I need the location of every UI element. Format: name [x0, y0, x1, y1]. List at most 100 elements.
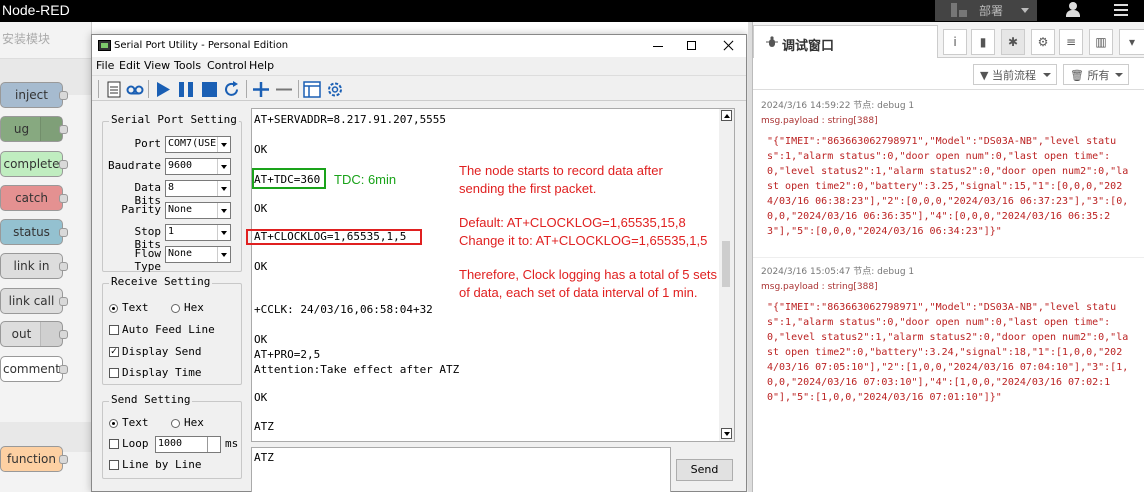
stop-bits-select[interactable]: 1	[165, 224, 231, 241]
chevron-down-icon[interactable]	[217, 203, 230, 218]
add-icon[interactable]	[251, 80, 271, 99]
remove-icon[interactable]	[274, 80, 294, 99]
debug-sidebar: 调试窗口 i ▮ ✱ ⚙ ≡ ▥ ▾ ▼ 当前流程 🗑 所有 2024/3/16…	[752, 22, 1144, 492]
debug-message-type[interactable]: msg.payload : string[388]	[761, 116, 878, 126]
record-icon[interactable]	[125, 80, 145, 99]
pause-icon[interactable]	[176, 80, 196, 99]
chevron-down-icon[interactable]	[1021, 8, 1029, 13]
receive-line: +CCLK: 24/03/16,06:58:04+32	[254, 303, 433, 316]
window-layout-icon[interactable]	[302, 80, 322, 99]
data-bits-select[interactable]: 8	[165, 180, 231, 197]
debug-message-type[interactable]: msg.payload : string[388]	[761, 282, 878, 292]
spinner-icon[interactable]	[207, 437, 220, 452]
deploy-button[interactable]: 部署	[935, 0, 1037, 21]
palette-node-status[interactable]: status	[0, 219, 68, 245]
palette-node-function[interactable]: function	[0, 446, 68, 472]
node-port[interactable]	[59, 228, 68, 237]
chevron-down-icon[interactable]	[217, 225, 230, 240]
filter-flow-dropdown[interactable]: ▼ 当前流程	[973, 64, 1057, 85]
stop-icon[interactable]	[200, 80, 220, 99]
receive-area[interactable]: AT+SERVADDR=8.217.91.207,5555 OK AT+TDC=…	[246, 108, 735, 442]
sidebar-tabs: 调试窗口 i ▮ ✱ ⚙ ≡ ▥ ▾	[753, 22, 1144, 58]
annotation-note: Default: AT+CLOCKLOG=1,65535,15,8	[459, 215, 686, 230]
parity-select[interactable]: None	[165, 202, 231, 219]
chart-icon[interactable]: ▥	[1089, 29, 1113, 55]
scroll-up-icon[interactable]	[721, 110, 732, 121]
menu-icon[interactable]	[1114, 3, 1128, 17]
chevron-down-icon[interactable]	[217, 137, 230, 152]
book-icon[interactable]: ▮	[971, 29, 995, 55]
receive-scrollbar[interactable]	[719, 109, 734, 441]
chevron-down-icon[interactable]	[217, 181, 230, 196]
menu-control[interactable]: Control	[207, 59, 247, 72]
palette-node-link-out[interactable]: out	[0, 321, 68, 347]
node-port[interactable]	[59, 455, 68, 464]
window-titlebar[interactable]: Serial Port Utility - Personal Edition	[92, 35, 746, 57]
palette-node-inject[interactable]: inject	[0, 82, 68, 108]
receive-text-radio[interactable]	[109, 304, 118, 313]
scrollbar-thumb[interactable]	[722, 241, 730, 287]
palette-node-comment[interactable]: comment	[0, 356, 68, 382]
receive-hex-radio[interactable]	[171, 304, 180, 313]
node-port[interactable]	[59, 297, 68, 306]
chevron-down-icon[interactable]	[217, 247, 230, 262]
loop-checkbox[interactable]	[109, 439, 119, 449]
chevron-down-icon[interactable]	[217, 159, 230, 174]
receive-setting-group: Receive Setting Text Hex Auto Feed Line …	[102, 275, 242, 385]
palette-node-label: complete	[3, 157, 60, 171]
send-text-label: Text	[122, 416, 149, 429]
minimize-button[interactable]	[641, 35, 675, 57]
chevron-down-icon[interactable]: ▾	[1119, 29, 1144, 55]
node-port[interactable]	[59, 365, 68, 374]
node-port[interactable]	[59, 262, 68, 271]
tab-debug[interactable]: 调试窗口	[753, 25, 938, 58]
send-setting-group: Send Setting Text Hex Loop 1000 ms Line …	[102, 393, 242, 479]
baudrate-select[interactable]: 9600	[165, 158, 231, 175]
play-icon[interactable]	[153, 80, 173, 99]
display-send-checkbox[interactable]: ✓	[109, 347, 119, 357]
info-icon[interactable]: i	[943, 29, 967, 55]
menu-view[interactable]: View	[144, 59, 170, 72]
node-port[interactable]	[59, 125, 68, 134]
display-time-checkbox[interactable]	[109, 368, 119, 378]
node-port[interactable]	[59, 194, 68, 203]
node-port[interactable]	[59, 330, 68, 339]
port-select[interactable]: COM7(USE	[165, 136, 231, 153]
palette-node-label: status	[13, 225, 50, 239]
send-input[interactable]: ATZ	[251, 447, 671, 492]
menu-tools[interactable]: Tools	[174, 59, 201, 72]
palette-node-catch[interactable]: catch	[0, 185, 68, 211]
menu-file[interactable]: File	[96, 59, 114, 72]
new-document-icon[interactable]	[104, 80, 124, 99]
ms-label: ms	[225, 437, 239, 450]
palette-node-debug[interactable]: ug	[0, 116, 68, 142]
menu-edit[interactable]: Edit	[119, 59, 140, 72]
debug-message[interactable]: 2024/3/16 14:59:22 节点: debug 1 msg.paylo…	[753, 92, 1144, 258]
flow-type-label: Flow Type	[134, 247, 162, 273]
send-button[interactable]: Send	[676, 459, 733, 481]
node-port[interactable]	[59, 91, 68, 100]
loop-interval-input[interactable]: 1000	[155, 436, 221, 453]
database-icon[interactable]: ≡	[1059, 29, 1083, 55]
line-by-line-checkbox[interactable]	[109, 460, 119, 470]
node-port[interactable]	[59, 160, 68, 169]
scroll-down-icon[interactable]	[721, 428, 732, 439]
menu-help[interactable]: Help	[249, 59, 274, 72]
send-hex-radio[interactable]	[171, 419, 180, 428]
clear-all-dropdown[interactable]: 🗑 所有	[1063, 64, 1129, 85]
palette-node-link-in[interactable]: link in	[0, 253, 68, 279]
palette-node-complete[interactable]: complete	[0, 151, 68, 177]
refresh-icon[interactable]	[222, 80, 242, 99]
auto-feed-line-checkbox[interactable]	[109, 325, 119, 335]
palette-search-input[interactable]: 安装模块	[0, 30, 92, 52]
gear-icon[interactable]	[325, 80, 345, 99]
maximize-button[interactable]	[675, 35, 709, 57]
debug-message[interactable]: 2024/3/16 15:05:47 节点: debug 1 msg.paylo…	[753, 258, 1144, 428]
send-text-radio[interactable]	[109, 419, 118, 428]
gear-icon[interactable]: ⚙	[1031, 29, 1055, 55]
close-button[interactable]	[712, 35, 746, 57]
flow-type-select[interactable]: None	[165, 246, 231, 263]
palette-node-link-call[interactable]: link call	[0, 288, 68, 314]
bug-icon[interactable]: ✱	[1001, 29, 1025, 55]
user-icon[interactable]	[1066, 2, 1080, 18]
